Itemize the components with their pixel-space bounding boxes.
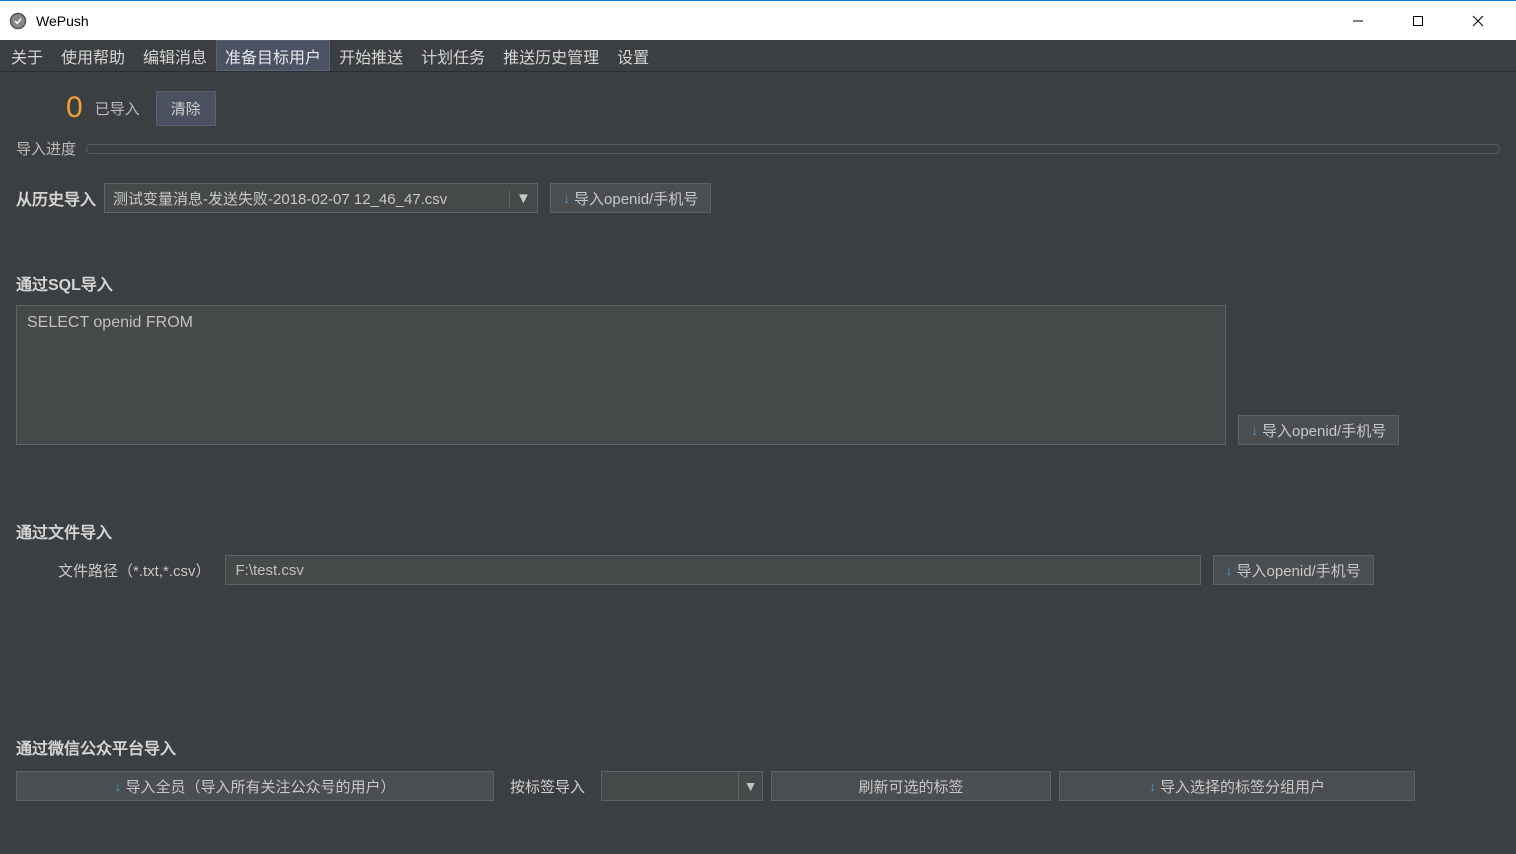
app-icon	[8, 11, 28, 31]
main-tabs: 关于 使用帮助 编辑消息 准备目标用户 开始推送 计划任务 推送历史管理 设置	[0, 40, 1516, 72]
window-controls	[1328, 3, 1508, 39]
sql-import-button-label: 导入openid/手机号	[1262, 420, 1386, 441]
tab-settings[interactable]: 设置	[608, 40, 658, 71]
main-content: 0 已导入 清除 导入进度 从历史导入 测试变量消息-发送失败-2018-02-…	[0, 72, 1516, 854]
history-import-row: 从历史导入 测试变量消息-发送失败-2018-02-07 12_46_47.cs…	[16, 183, 1500, 213]
file-import-title: 通过文件导入	[16, 519, 1500, 543]
sql-import-title: 通过SQL导入	[16, 271, 1500, 295]
history-import-label: 从历史导入	[16, 186, 96, 210]
window-title: WePush	[36, 13, 1328, 29]
by-tag-label: 按标签导入	[502, 776, 593, 797]
close-button[interactable]	[1448, 3, 1508, 39]
history-import-button-label: 导入openid/手机号	[574, 188, 698, 209]
imported-status-row: 0 已导入 清除	[16, 84, 1500, 132]
refresh-tags-button[interactable]: 刷新可选的标签	[771, 771, 1051, 801]
window-titlebar: WePush	[0, 0, 1516, 40]
file-path-input[interactable]	[225, 555, 1201, 585]
imported-count: 0	[66, 91, 83, 125]
tag-select[interactable]: ▼	[601, 771, 763, 801]
download-arrow-icon: ↓	[114, 778, 121, 794]
wechat-import-row: ↓ 导入全员（导入所有关注公众号的用户） 按标签导入 ▼ 刷新可选的标签 ↓ 导…	[16, 771, 1500, 801]
history-import-button[interactable]: ↓ 导入openid/手机号	[550, 183, 711, 213]
import-by-tag-button[interactable]: ↓ 导入选择的标签分组用户	[1059, 771, 1415, 801]
imported-label: 已导入	[95, 98, 140, 119]
import-all-button[interactable]: ↓ 导入全员（导入所有关注公众号的用户）	[16, 771, 494, 801]
sql-import-row: ↓ 导入openid/手机号	[16, 305, 1500, 445]
maximize-button[interactable]	[1388, 3, 1448, 39]
tab-scheduled-tasks[interactable]: 计划任务	[412, 40, 494, 71]
download-arrow-icon: ↓	[563, 190, 570, 206]
download-arrow-icon: ↓	[1251, 422, 1258, 438]
file-import-row: 文件路径（*.txt,*.csv） ↓ 导入openid/手机号	[16, 555, 1500, 585]
file-import-button-label: 导入openid/手机号	[1237, 560, 1361, 581]
sql-textarea[interactable]	[16, 305, 1226, 445]
file-import-button[interactable]: ↓ 导入openid/手机号	[1213, 555, 1374, 585]
progress-label: 导入进度	[16, 138, 76, 159]
tab-prepare-users[interactable]: 准备目标用户	[216, 40, 330, 71]
import-progress-bar	[86, 144, 1500, 154]
clear-button[interactable]: 清除	[156, 91, 216, 126]
tab-start-push[interactable]: 开始推送	[330, 40, 412, 71]
chevron-down-icon: ▼	[509, 190, 529, 207]
import-progress-row: 导入进度	[16, 138, 1500, 159]
file-path-label: 文件路径（*.txt,*.csv）	[58, 560, 211, 581]
minimize-button[interactable]	[1328, 3, 1388, 39]
history-file-select[interactable]: 测试变量消息-发送失败-2018-02-07 12_46_47.csv ▼	[104, 183, 538, 213]
download-arrow-icon: ↓	[1149, 778, 1156, 794]
import-by-tag-button-label: 导入选择的标签分组用户	[1160, 776, 1325, 797]
wechat-import-title: 通过微信公众平台导入	[16, 735, 1500, 759]
tab-help[interactable]: 使用帮助	[52, 40, 134, 71]
tab-about[interactable]: 关于	[2, 40, 52, 71]
tab-edit-message[interactable]: 编辑消息	[134, 40, 216, 71]
chevron-down-icon: ▼	[738, 772, 762, 800]
download-arrow-icon: ↓	[1226, 562, 1233, 578]
tab-push-history[interactable]: 推送历史管理	[494, 40, 608, 71]
sql-import-button[interactable]: ↓ 导入openid/手机号	[1238, 415, 1399, 445]
import-all-button-label: 导入全员（导入所有关注公众号的用户）	[125, 776, 395, 797]
history-file-selected: 测试变量消息-发送失败-2018-02-07 12_46_47.csv	[113, 188, 501, 209]
